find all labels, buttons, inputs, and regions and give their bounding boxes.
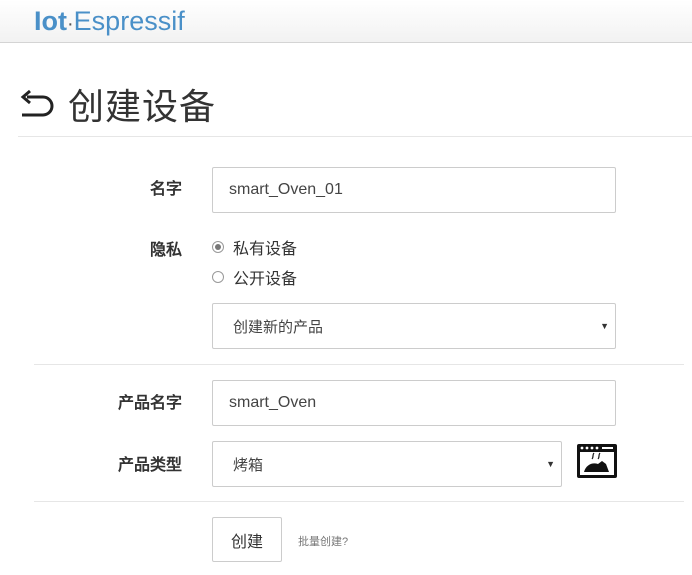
section-divider (34, 364, 684, 365)
product-type-label: 产品类型 (117, 457, 182, 474)
radio-private-label: 私有设备 (233, 241, 298, 258)
caret-down-icon: ▼ (600, 321, 609, 331)
brand-part1: Iot (34, 6, 67, 36)
radio-public[interactable]: 公开设备 (212, 265, 297, 289)
create-button[interactable]: 创建 (212, 517, 282, 562)
oven-icon (577, 444, 617, 478)
brand-dot: · (67, 13, 74, 35)
privacy-label: 隐私 (149, 242, 182, 259)
product-name-label: 产品名字 (117, 395, 182, 412)
product-select-value: 创建新的产品 (233, 318, 324, 336)
product-type-value: 烤箱 (233, 456, 264, 474)
caret-down-icon: ▼ (546, 459, 555, 469)
page-title: 创建设备 (68, 87, 217, 128)
product-select[interactable]: 创建新的产品 ▼ (212, 303, 616, 349)
batch-create-link[interactable]: 批量创建? (298, 533, 348, 549)
product-name-input[interactable]: smart_Oven (212, 380, 616, 426)
radio-public-button[interactable] (212, 271, 224, 283)
header-divider (18, 136, 692, 137)
name-input[interactable]: smart_Oven_01 (212, 167, 616, 213)
brand-logo[interactable]: Iot·Espressif (34, 5, 185, 40)
footer-divider (34, 501, 684, 502)
back-arrow-icon[interactable] (18, 84, 58, 124)
product-type-select[interactable]: 烤箱 ▼ (212, 441, 562, 487)
page-header: 创建设备 (18, 80, 216, 128)
brand-part2: Espressif (73, 6, 185, 36)
navbar: Iot·Espressif (0, 0, 692, 43)
radio-public-label: 公开设备 (233, 271, 298, 288)
radio-private-button[interactable] (212, 241, 224, 253)
radio-private[interactable]: 私有设备 (212, 235, 297, 259)
name-label: 名字 (149, 181, 182, 198)
